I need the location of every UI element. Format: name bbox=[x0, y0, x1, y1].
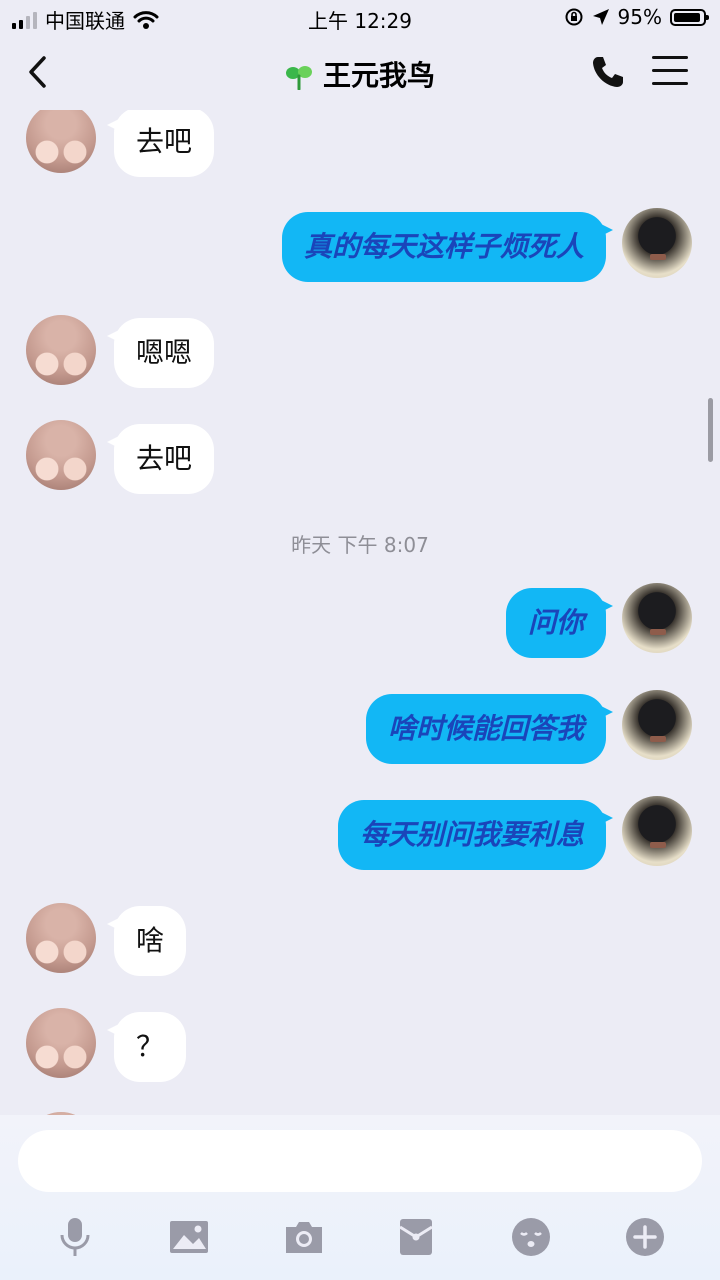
message-bubble[interactable]: 每天别问我要利息 bbox=[337, 800, 614, 870]
nav-bar: 王元我鸟 bbox=[0, 36, 720, 110]
my-avatar[interactable] bbox=[622, 208, 692, 278]
red-packet-button[interactable] bbox=[394, 1215, 438, 1259]
status-right: 95% bbox=[564, 5, 709, 29]
message-input[interactable] bbox=[18, 1130, 702, 1192]
call-button[interactable] bbox=[590, 54, 630, 94]
input-bar bbox=[0, 1115, 720, 1280]
message-bubble[interactable]: 啥时候能回答我 bbox=[365, 694, 614, 764]
my-avatar[interactable] bbox=[622, 583, 692, 653]
battery-percent: 95% bbox=[617, 5, 662, 29]
my-avatar[interactable] bbox=[622, 796, 692, 866]
message-bubble[interactable]: 嗯嗯 bbox=[106, 318, 215, 388]
plus-icon bbox=[626, 1218, 664, 1256]
message-bubble[interactable]: 啥 bbox=[106, 906, 187, 976]
menu-icon bbox=[652, 56, 688, 85]
microphone-icon bbox=[60, 1218, 90, 1256]
photo-button[interactable] bbox=[167, 1215, 211, 1259]
contact-avatar[interactable] bbox=[26, 315, 96, 385]
more-button[interactable] bbox=[623, 1215, 667, 1259]
battery-icon bbox=[670, 8, 709, 26]
sprout-icon bbox=[285, 66, 312, 90]
camera-button[interactable] bbox=[282, 1215, 326, 1259]
phone-icon bbox=[593, 57, 623, 87]
message-bubble[interactable]: 问你 bbox=[505, 588, 614, 658]
message-list[interactable]: 去吧 真的每天这样子烦死人 嗯嗯 去吧 昨天 下午 8:07 问你 啥时候能回答… bbox=[0, 110, 720, 1115]
message-bubble[interactable]: 去吧 bbox=[106, 424, 215, 494]
message-timestamp: 昨天 下午 8:07 bbox=[291, 533, 429, 557]
rotation-lock-icon bbox=[565, 8, 583, 26]
status-bar: 中国联通 上午 12:29 95% bbox=[0, 0, 720, 36]
voice-button[interactable] bbox=[53, 1215, 97, 1259]
message-bubble[interactable]: 去吧 bbox=[106, 110, 215, 177]
emoji-button[interactable] bbox=[509, 1215, 553, 1259]
menu-button[interactable] bbox=[652, 56, 688, 90]
scrollbar[interactable] bbox=[708, 398, 713, 462]
camera-icon bbox=[286, 1222, 322, 1253]
contact-name: 王元我鸟 bbox=[322, 59, 435, 92]
contact-avatar[interactable] bbox=[26, 903, 96, 973]
my-avatar[interactable] bbox=[622, 690, 692, 760]
red-packet-icon bbox=[399, 1219, 433, 1255]
message-bubble[interactable]: ？ bbox=[106, 1012, 187, 1082]
message-bubble[interactable]: 真的每天这样子烦死人 bbox=[281, 212, 614, 282]
contact-avatar[interactable] bbox=[26, 420, 96, 490]
contact-avatar[interactable] bbox=[26, 110, 96, 173]
emoji-icon bbox=[512, 1218, 550, 1256]
contact-avatar[interactable] bbox=[26, 1008, 96, 1078]
image-icon bbox=[170, 1221, 208, 1253]
location-arrow-icon bbox=[592, 9, 609, 25]
